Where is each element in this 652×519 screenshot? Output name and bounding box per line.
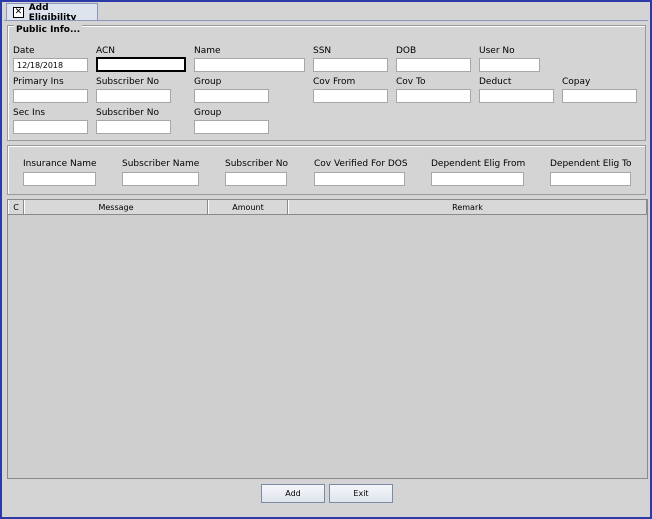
cov-to-label: Cov To	[396, 77, 426, 87]
add-button[interactable]: Add	[261, 484, 325, 503]
subscriber-no-field[interactable]	[96, 89, 171, 103]
sec-subscriber-no-field[interactable]	[96, 120, 171, 134]
public-info-group: Public Info... Date ACN Name SSN DOB Use…	[7, 25, 646, 141]
dep-elig-to-label: Dependent Elig To	[550, 159, 632, 169]
column-header-c[interactable]: C	[8, 200, 24, 214]
deduct-field[interactable]	[479, 89, 554, 103]
sec-subscriber-no-label: Subscriber No	[96, 108, 160, 118]
insurance-name-field[interactable]	[23, 172, 96, 186]
primary-ins-label: Primary Ins	[13, 77, 64, 87]
public-info-legend: Public Info...	[14, 25, 83, 35]
userno-label: User No	[479, 46, 515, 56]
ssn-label: SSN	[313, 46, 332, 56]
ssn-field[interactable]	[313, 58, 388, 72]
group-field[interactable]	[194, 89, 269, 103]
group-label: Group	[194, 77, 222, 87]
column-header-amount[interactable]: Amount	[208, 200, 288, 214]
subscriber-no-label: Subscriber No	[96, 77, 160, 87]
acn-label: ACN	[96, 46, 116, 56]
sec-group-label: Group	[194, 108, 222, 118]
deduct-label: Deduct	[479, 77, 512, 87]
eligibility-table[interactable]: C Message Amount Remark	[7, 199, 648, 479]
dep-elig-from-label: Dependent Elig From	[431, 159, 526, 169]
cov-from-label: Cov From	[313, 77, 356, 87]
acn-field[interactable]	[96, 57, 186, 72]
primary-ins-field[interactable]	[13, 89, 88, 103]
cov-to-field[interactable]	[396, 89, 471, 103]
sec-group-field[interactable]	[194, 120, 269, 134]
column-header-message[interactable]: Message	[24, 200, 208, 214]
column-header-remark[interactable]: Remark	[288, 200, 647, 214]
insurance-verification-group: Insurance Name Subscriber Name Subscribe…	[7, 145, 646, 195]
dep-elig-to-field[interactable]	[550, 172, 631, 186]
userno-field[interactable]	[479, 58, 540, 72]
date-field[interactable]	[13, 58, 88, 72]
dob-label: DOB	[396, 46, 417, 56]
name-field[interactable]	[194, 58, 305, 72]
name-label: Name	[194, 46, 221, 56]
sec-ins-label: Sec Ins	[13, 108, 46, 118]
exit-button[interactable]: Exit	[329, 484, 393, 503]
cov-verified-label: Cov Verified For DOS	[314, 159, 408, 169]
cov-verified-field[interactable]	[314, 172, 405, 186]
insurance-name-label: Insurance Name	[23, 159, 97, 169]
subscriber-name-field[interactable]	[122, 172, 199, 186]
ins-subscriber-no-field[interactable]	[225, 172, 287, 186]
content-panel: Public Info... Date ACN Name SSN DOB Use…	[4, 20, 648, 514]
date-label: Date	[13, 46, 35, 56]
dep-elig-from-field[interactable]	[431, 172, 524, 186]
window-frame: ✕ Add Eligibility Public Info... Date AC…	[0, 0, 652, 519]
dob-field[interactable]	[396, 58, 471, 72]
sec-ins-field[interactable]	[13, 120, 88, 134]
close-icon[interactable]: ✕	[13, 7, 24, 18]
table-header: C Message Amount Remark	[8, 200, 647, 215]
copay-label: Copay	[562, 77, 591, 87]
tab-add-eligibility[interactable]: ✕ Add Eligibility	[6, 3, 98, 23]
subscriber-name-label: Subscriber Name	[122, 159, 200, 169]
ins-subscriber-no-label: Subscriber No	[225, 159, 289, 169]
copay-field[interactable]	[562, 89, 637, 103]
cov-from-field[interactable]	[313, 89, 388, 103]
